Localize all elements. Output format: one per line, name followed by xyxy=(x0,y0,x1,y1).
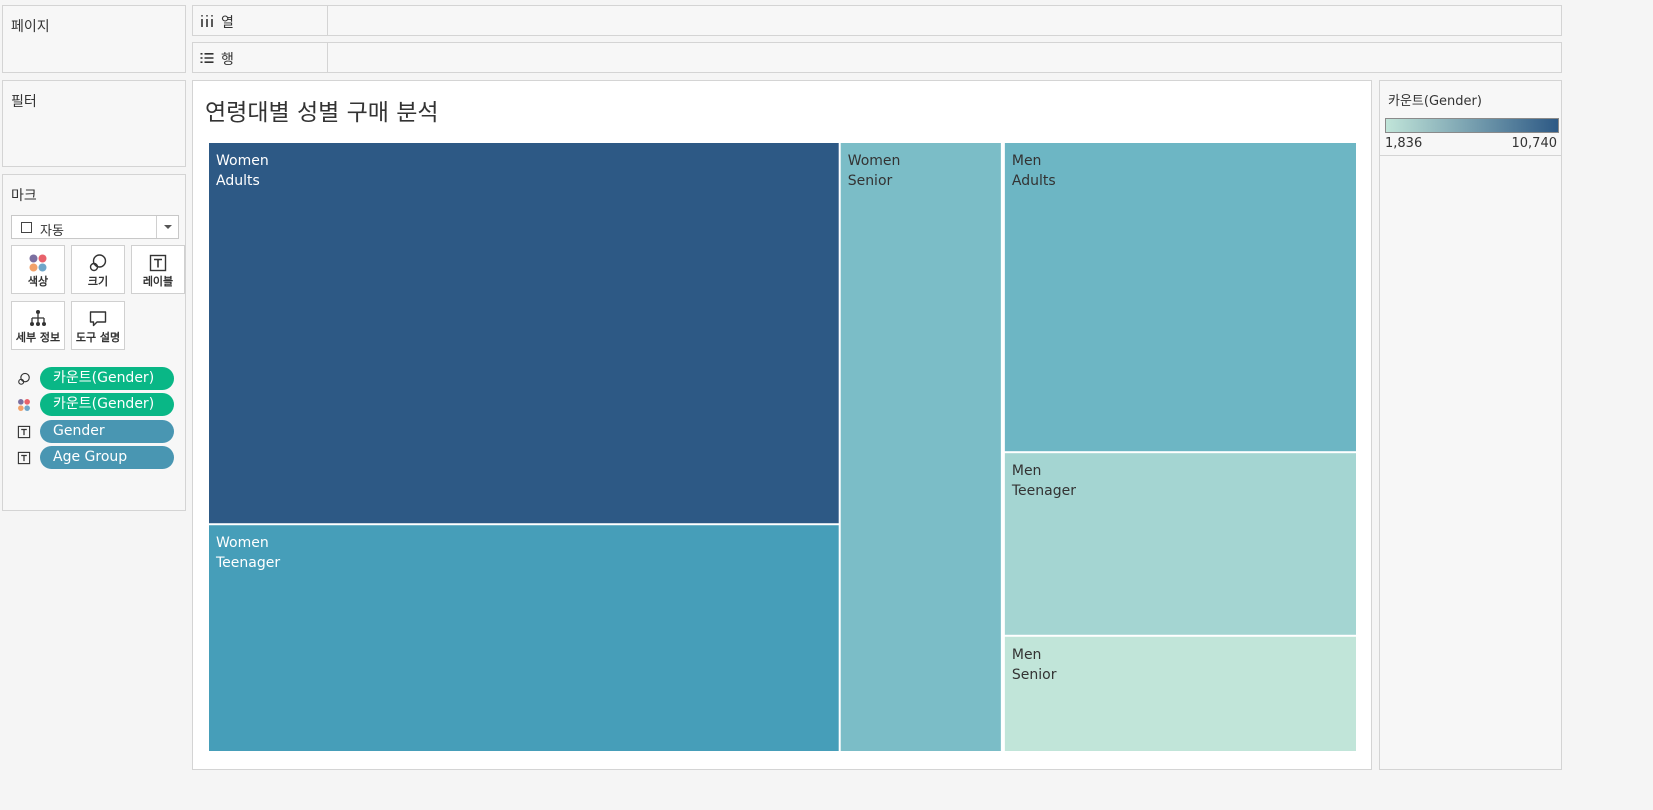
rows-shelf-label: 행 xyxy=(193,43,328,72)
legend-gradient-bar[interactable] xyxy=(1385,118,1559,133)
columns-label-text: 열 xyxy=(221,15,234,31)
color-legend: 카운트(Gender) 1,836 10,740 xyxy=(1379,80,1562,770)
marks-title: 마크 xyxy=(11,188,37,204)
legend-divider xyxy=(1380,155,1561,156)
filters-title: 필터 xyxy=(11,94,37,110)
legend-title: 카운트(Gender) xyxy=(1388,94,1482,109)
treemap-cell-women-teenager-age-label: Teenager xyxy=(215,555,280,571)
treemap-cell-women-adults-age-label: Adults xyxy=(216,173,260,189)
label-button[interactable]: 레이블 xyxy=(131,245,185,294)
treemap-cell-women-teenager-gender-label: Women xyxy=(216,535,269,551)
columns-icon xyxy=(201,15,213,27)
pages-title: 페이지 xyxy=(11,19,50,35)
treemap-cell-men-senior-gender-label: Men xyxy=(1012,647,1042,663)
treemap-chart: Women Adults Women Teenager Women Senior Men Ad… xyxy=(209,143,1356,751)
treemap-cell-men-adults-gender-label: Men xyxy=(1012,153,1042,169)
treemap-cell-women-adults-gender-label: Women xyxy=(216,153,269,169)
color-button-label: 색상 xyxy=(27,275,49,288)
treemap-cell-men-senior-age-label: Senior xyxy=(1012,667,1057,683)
treemap-cell-men-adults-age-label: Adults xyxy=(1012,173,1056,189)
rows-label-text: 행 xyxy=(221,52,234,68)
mark-type-dropdown[interactable]: 자동 xyxy=(11,215,179,239)
pill-gender[interactable]: Gender xyxy=(40,420,174,443)
treemap-cell-men-senior[interactable] xyxy=(1004,636,1356,751)
tooltip-button[interactable]: 도구 설명 xyxy=(71,301,125,350)
color-dots-icon xyxy=(29,254,47,272)
text-label-icon xyxy=(17,451,31,465)
text-label-icon xyxy=(17,425,31,439)
treemap-cell-men-teenager-gender-label: Men xyxy=(1012,463,1042,479)
mark-pill-age-group-label[interactable]: Age Group xyxy=(13,446,178,470)
treemap-cell-men-adults[interactable] xyxy=(1004,143,1356,452)
rows-icon xyxy=(200,53,214,63)
legend-min-label: 1,836 xyxy=(1385,136,1423,151)
treemap-cell-men-teenager[interactable] xyxy=(1004,453,1356,635)
detail-button[interactable]: 세부 정보 xyxy=(11,301,65,350)
detail-tree-icon xyxy=(30,310,46,326)
size-circles-icon xyxy=(18,372,30,385)
tooltip-bubble-icon xyxy=(89,311,107,327)
size-circles-icon xyxy=(89,254,107,272)
pill-count-gender-color[interactable]: 카운트(Gender) xyxy=(40,393,174,416)
pages-panel[interactable]: 페이지 xyxy=(2,5,186,73)
treemap-cell-women-senior[interactable] xyxy=(840,143,1001,751)
marks-panel: 마크 자동 색상 크기 레이블 세부 정보 도구 설명 카운트(Gender) … xyxy=(2,174,186,511)
filters-panel[interactable]: 필터 xyxy=(2,80,186,167)
columns-shelf[interactable]: 열 xyxy=(192,5,1562,36)
pill-count-gender-size[interactable]: 카운트(Gender) xyxy=(40,367,174,390)
chevron-down-icon[interactable] xyxy=(156,216,178,238)
text-label-icon xyxy=(149,254,167,272)
legend-max-label: 10,740 xyxy=(1511,136,1558,151)
treemap-cell-women-teenager[interactable] xyxy=(209,525,839,751)
tooltip-button-label: 도구 설명 xyxy=(75,331,121,344)
pill-age-group[interactable]: Age Group xyxy=(40,446,174,469)
columns-shelf-label: 열 xyxy=(193,6,328,35)
size-button[interactable]: 크기 xyxy=(71,245,125,294)
mark-pill-size[interactable]: 카운트(Gender) xyxy=(13,367,178,391)
mark-type-label: 자동 xyxy=(40,224,64,239)
detail-button-label: 세부 정보 xyxy=(15,331,61,344)
mark-pill-color[interactable]: 카운트(Gender) xyxy=(13,393,178,417)
treemap-cell-women-adults[interactable] xyxy=(209,143,839,524)
worksheet-view: Women Adults Women Teenager Women Senior Men Ad… xyxy=(192,80,1372,770)
treemap-cell-men-teenager-age-label: Teenager xyxy=(1011,483,1076,499)
color-dots-icon xyxy=(18,399,30,411)
treemap-cell-women-senior-gender-label: Women xyxy=(848,153,901,169)
size-button-label: 크기 xyxy=(87,275,109,288)
square-mark-icon xyxy=(21,222,32,233)
mark-pill-gender-label[interactable]: Gender xyxy=(13,420,178,444)
color-button[interactable]: 색상 xyxy=(11,245,65,294)
rows-shelf[interactable]: 행 xyxy=(192,42,1562,73)
view-title: 연령대별 성별 구매 분석 xyxy=(205,100,439,126)
label-button-label: 레이블 xyxy=(142,275,174,288)
treemap-cell-women-senior-age-label: Senior xyxy=(848,173,893,189)
